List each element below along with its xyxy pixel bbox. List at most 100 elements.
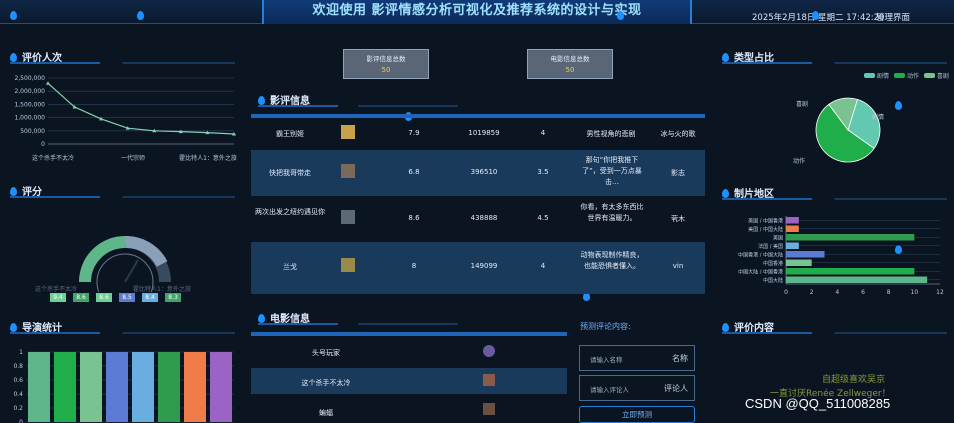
drop-icon: [10, 53, 17, 62]
y-tick-label: 美国 / 中国香港: [748, 217, 783, 224]
divider: [10, 196, 235, 198]
x-tick-label: 霍比特人1：意外之旅: [179, 154, 237, 162]
divider: [10, 62, 235, 64]
reviewer-input[interactable]: 请输入评论人 评论人: [579, 375, 695, 401]
drop-icon: [10, 11, 17, 20]
y-tick-label: 法国 / 美国: [758, 243, 783, 250]
score-badge: 8.4: [142, 293, 158, 302]
bar: [210, 352, 232, 422]
name-input[interactable]: 请输入名称 名称: [579, 345, 695, 371]
pie-label: 喜剧: [796, 100, 808, 108]
y-tick-label: 0.8: [13, 363, 23, 370]
y-tick-label: 2,500,000: [14, 75, 45, 82]
score-badge: 9.4: [50, 293, 66, 302]
ratings-line-chart: 0 500,000 1,000,000 1,500,000 2,000,000 2,500…: [14, 75, 237, 162]
table-row[interactable]: 兰戈 8 149099 4 动物表现制作精良，也能恐惧者懂入。 vin: [251, 242, 705, 294]
y-tick-label: 0.6: [13, 377, 23, 384]
bar: [132, 352, 154, 422]
legend-item[interactable]: 剧情: [864, 73, 889, 80]
pie-label: 动作: [793, 157, 805, 165]
list-item[interactable]: 这个杀手不太冷: [251, 368, 567, 394]
bar: [786, 259, 812, 266]
legend-item[interactable]: 喜剧: [923, 73, 949, 80]
bar: [54, 352, 76, 422]
stat-box-reviews: 影评信息总数 50: [343, 49, 429, 79]
divider: [722, 62, 947, 64]
drop-icon: [722, 323, 729, 332]
pie-label: 剧情: [872, 113, 884, 121]
predict-button[interactable]: 立即预测: [579, 406, 695, 423]
y-tick-label: 中国大陆 / 中国香港: [738, 268, 783, 275]
bar: [786, 268, 915, 275]
list-item[interactable]: 头号玩家: [251, 339, 567, 365]
x-tick-label: 12: [936, 289, 944, 296]
y-tick-label: 中国大陆: [763, 277, 783, 284]
bar: [786, 276, 928, 283]
drop-icon: [10, 323, 17, 332]
drop-icon: [137, 11, 144, 20]
x-tick-label: 4: [835, 289, 839, 296]
x-tick-label: 一代宗师: [121, 154, 145, 162]
drop-icon: [812, 11, 819, 20]
y-tick-label: 中国香港 / 中国大陆: [738, 251, 783, 258]
movie-thumb: [483, 345, 495, 357]
pie-legend: 剧情 动作 喜剧: [864, 71, 949, 80]
poster-thumb: [341, 258, 355, 272]
y-tick-label: 500,000: [20, 128, 45, 135]
x-tick-label: 8: [887, 289, 891, 296]
bar: [786, 242, 799, 249]
poster-thumb: [341, 210, 355, 224]
y-tick-label: 0: [19, 419, 23, 423]
y-tick-label: 1,000,000: [14, 115, 45, 122]
x-tick-label: 10: [911, 289, 919, 296]
stat-box-movies: 电影信息总数 50: [527, 49, 613, 79]
drop-icon: [617, 11, 624, 20]
watermark: CSDN @QQ_511008285: [745, 396, 891, 411]
x-tick-label: 6: [861, 289, 865, 296]
divider: [722, 332, 947, 334]
table-row[interactable]: 两次出发之纽约遇见你 8.6 438888 4.5 你看，有太多东西比世界有温暖…: [251, 196, 705, 242]
y-tick-label: 美国: [773, 234, 783, 241]
y-tick-label: 1: [19, 349, 23, 356]
x-tick-label: 2: [810, 289, 814, 296]
score-badge: 8.6: [96, 293, 112, 302]
bar: [786, 217, 799, 224]
divider: [258, 323, 458, 325]
director-bar-chart: 0 0.2 0.4 0.6 0.8 1: [13, 349, 234, 423]
bar: [28, 352, 50, 422]
bar: [184, 352, 206, 422]
predict-heading: 预测评论内容:: [580, 322, 631, 331]
bar: [786, 225, 799, 232]
divider: [258, 105, 458, 107]
poster-thumb: [341, 125, 355, 139]
bar: [786, 234, 915, 241]
list-top-bar: [251, 332, 567, 336]
divider: [722, 198, 947, 200]
review-word-1: 自超级喜欢吴京: [822, 375, 886, 385]
y-tick-label: 2,000,000: [14, 88, 45, 95]
drop-icon: [10, 187, 17, 196]
table-row[interactable]: 快把我哥带走 6.8 396510 3.5 那句“你把我推下了”，受到一万点暴击…: [251, 150, 705, 196]
divider: [10, 332, 235, 334]
bar: [786, 251, 825, 258]
gauge-label-mid: 霍比特人1：意外之旅: [133, 286, 191, 293]
poster-thumb: [341, 164, 355, 178]
movie-thumb: [483, 403, 495, 415]
score-badge: 8.6: [73, 293, 89, 302]
drop-icon: [722, 53, 729, 62]
list-item[interactable]: 蝙蝠: [251, 397, 567, 423]
legend-item[interactable]: 动作: [893, 73, 919, 80]
gauge-label-left: 这个杀手不太冷: [35, 286, 78, 293]
data-point: [46, 81, 50, 85]
bar: [80, 352, 102, 422]
drop-icon: [722, 189, 729, 198]
y-tick-label: 中国香港: [763, 260, 783, 267]
drop-icon: [258, 314, 265, 323]
manage-link[interactable]: 管理界面: [876, 11, 910, 23]
y-tick-label: 0.4: [13, 391, 23, 398]
region-bar-chart: 美国 / 中国香港美国 / 中国大陆美国法国 / 美国中国香港 / 中国大陆中国…: [738, 216, 944, 296]
table-row[interactable]: 霸王别姬 7.9 1019859 4 男性视角的悲剧 冰与火的歌: [251, 118, 705, 150]
y-tick-label: 1,500,000: [14, 101, 45, 108]
y-tick-label: 0: [41, 141, 45, 148]
bar: [158, 352, 180, 422]
